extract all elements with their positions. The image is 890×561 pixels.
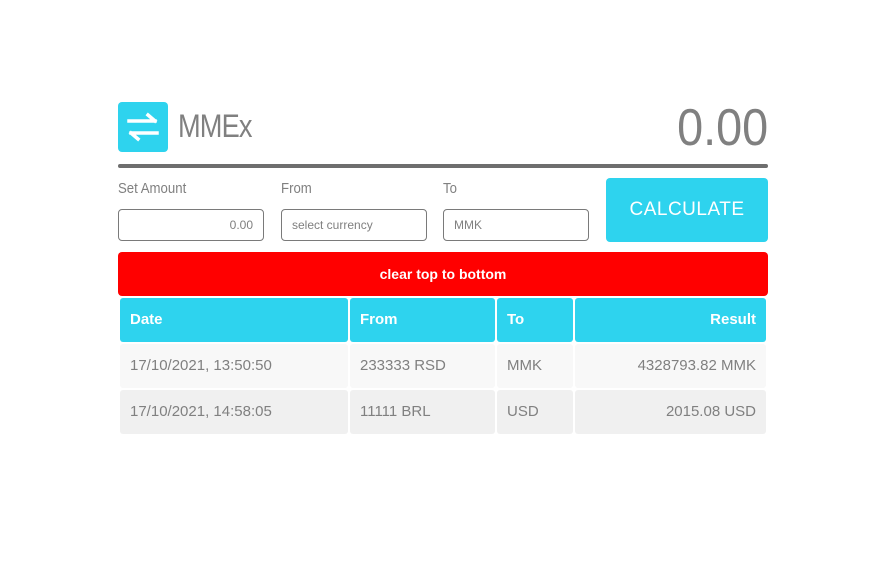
header-to: To	[497, 298, 573, 342]
conversion-form: Set Amount 0.00 From select currency To …	[118, 178, 768, 242]
row-to: USD	[497, 390, 573, 434]
history-table: Date From To Result 17/10/2021, 13:50:50…	[120, 298, 766, 436]
row-date: 17/10/2021, 14:58:05	[120, 390, 348, 434]
app-logo	[118, 102, 168, 152]
table-row: 17/10/2021, 13:50:50 233333 RSD MMK 4328…	[120, 344, 766, 390]
row-date: 17/10/2021, 13:50:50	[120, 344, 348, 388]
header-divider	[118, 164, 768, 168]
table-header-row: Date From To Result	[120, 298, 766, 344]
header-from: From	[350, 298, 495, 342]
row-to: MMK	[497, 344, 573, 388]
row-from: 233333 RSD	[350, 344, 495, 388]
amount-field-group: Set Amount 0.00	[118, 178, 264, 241]
app-title: MMEx	[178, 108, 253, 144]
table-row: 17/10/2021, 14:58:05 11111 BRL USD 2015.…	[120, 390, 766, 436]
header: MMEx 0.00	[118, 99, 768, 157]
amount-label: Set Amount	[118, 180, 187, 197]
from-label: From	[281, 180, 312, 197]
amount-input[interactable]: 0.00	[118, 209, 264, 241]
calculate-button[interactable]: CALCULATE	[606, 178, 768, 242]
from-field-group: From select currency	[281, 178, 427, 241]
header-result: Result	[575, 298, 766, 342]
exchange-app: MMEx 0.00 Set Amount 0.00 From select cu…	[118, 99, 768, 434]
row-result: 4328793.82 MMK	[575, 344, 766, 388]
total-display: 0.00	[676, 99, 768, 157]
header-date: Date	[120, 298, 348, 342]
row-from: 11111 BRL	[350, 390, 495, 434]
to-currency-input[interactable]: MMK	[443, 209, 589, 241]
clear-history-button[interactable]: clear top to bottom	[118, 252, 768, 296]
from-currency-input[interactable]: select currency	[281, 209, 427, 241]
to-label: To	[443, 180, 457, 197]
exchange-arrows-icon	[127, 112, 159, 142]
to-field-group: To MMK	[443, 178, 589, 241]
row-result: 2015.08 USD	[575, 390, 766, 434]
